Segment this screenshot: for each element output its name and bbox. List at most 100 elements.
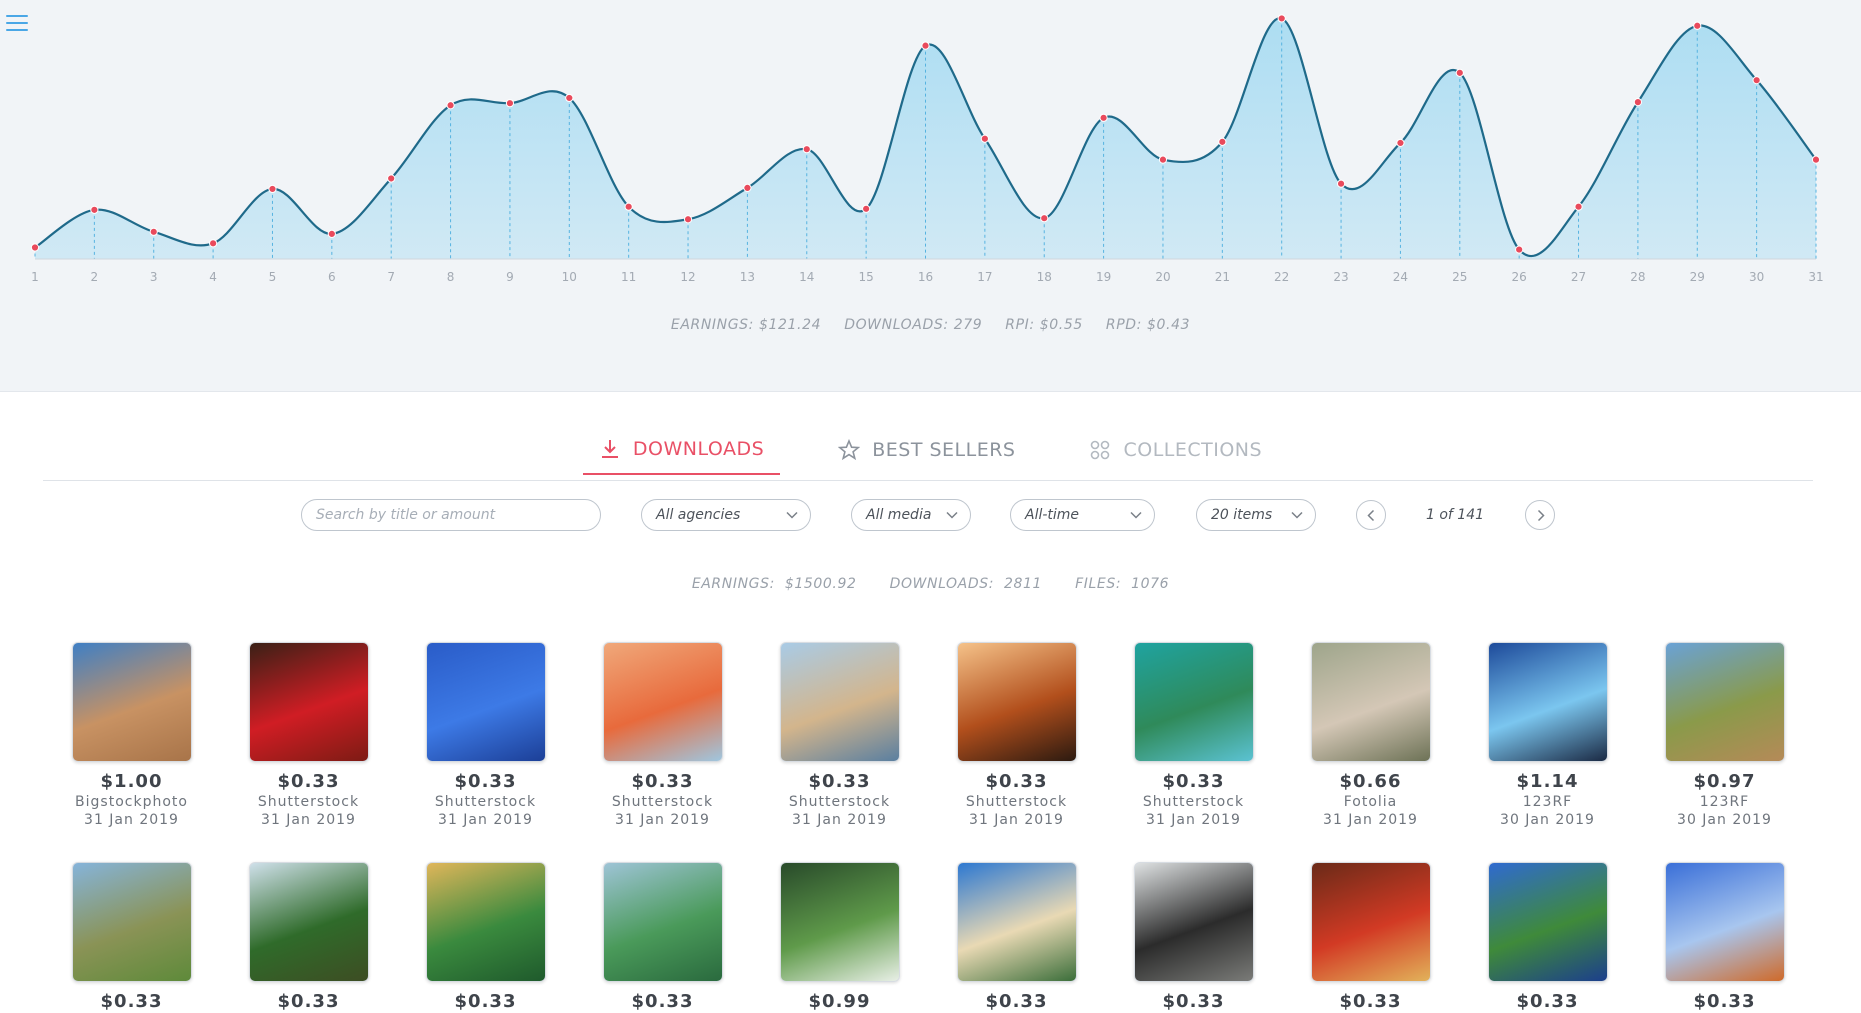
item-price: $0.99 <box>808 991 871 1012</box>
search-input[interactable]: Search by title or amount <box>301 499 601 531</box>
item-price: $0.33 <box>1162 991 1225 1012</box>
item-date: 31 Jan 2019 <box>438 812 533 828</box>
star-icon <box>838 439 861 461</box>
x-tick-label: 26 <box>1512 270 1527 284</box>
item-agency: Bigstockphoto <box>75 794 188 810</box>
x-tick-label: 14 <box>799 270 814 284</box>
tab-collections[interactable]: COLLECTIONS <box>1073 438 1278 475</box>
download-item[interactable]: $0.33 <box>928 862 1105 1012</box>
item-date: 31 Jan 2019 <box>84 812 179 828</box>
download-item[interactable]: $0.33 Shutterstock 31 Jan 2019 <box>220 642 397 828</box>
download-item[interactable]: $0.33 <box>1459 862 1636 1012</box>
period-select[interactable]: All-time <box>1010 499 1155 531</box>
download-item[interactable]: $0.33 Shutterstock 31 Jan 2019 <box>574 642 751 828</box>
download-item[interactable]: $0.33 Shutterstock 31 Jan 2019 <box>751 642 928 828</box>
totals-earnings-value: $1500.92 <box>784 576 857 592</box>
item-price: $0.33 <box>277 771 340 792</box>
item-date: 31 Jan 2019 <box>1323 812 1418 828</box>
chart-point <box>505 99 515 108</box>
x-tick-label: 8 <box>447 270 455 284</box>
item-thumbnail <box>425 642 546 762</box>
period-select-value: All-time <box>1025 507 1080 523</box>
download-item[interactable]: $0.99 <box>751 862 928 1012</box>
chart-point <box>1455 68 1464 77</box>
chart-point <box>862 204 871 213</box>
x-tick-label: 29 <box>1690 270 1705 284</box>
item-price: $1.14 <box>1516 771 1579 792</box>
item-date: 30 Jan 2019 <box>1677 812 1772 828</box>
download-item[interactable]: $0.33 <box>43 862 220 1012</box>
download-item[interactable]: $0.33 <box>397 862 574 1012</box>
item-thumbnail <box>602 642 723 762</box>
x-tick-label: 3 <box>150 270 158 284</box>
download-item[interactable]: $0.33 Shutterstock 31 Jan 2019 <box>1105 642 1282 828</box>
download-item[interactable]: $0.33 <box>574 862 751 1012</box>
download-item[interactable]: $0.33 <box>1105 862 1282 1012</box>
item-agency: Fotolia <box>1343 794 1398 810</box>
chart-point <box>921 41 930 50</box>
item-thumbnail <box>1310 862 1431 982</box>
prev-page-button[interactable] <box>1356 500 1386 530</box>
download-item[interactable]: $0.33 <box>220 862 397 1012</box>
x-tick-label: 27 <box>1571 270 1586 284</box>
chart-point <box>1752 76 1761 85</box>
item-price: $0.33 <box>1693 991 1756 1012</box>
item-thumbnail <box>1133 862 1254 982</box>
item-thumbnail <box>1133 642 1254 762</box>
item-date: 31 Jan 2019 <box>261 812 356 828</box>
totals-files-value: 1076 <box>1131 576 1170 592</box>
item-thumbnail <box>425 862 546 982</box>
chart-point <box>1693 21 1702 30</box>
download-item[interactable]: $1.14 123RF 30 Jan 2019 <box>1459 642 1636 828</box>
tab-best-sellers[interactable]: BEST SELLERS <box>822 438 1031 475</box>
x-tick-label: 10 <box>562 270 577 284</box>
download-item[interactable]: $0.33 Shutterstock 31 Jan 2019 <box>928 642 1105 828</box>
next-page-button[interactable] <box>1525 500 1555 530</box>
item-thumbnail <box>956 642 1077 762</box>
download-item[interactable]: $1.00 Bigstockphoto 31 Jan 2019 <box>43 642 220 828</box>
media-select[interactable]: All media <box>851 499 971 531</box>
item-thumbnail <box>602 862 723 982</box>
download-item[interactable]: $0.66 Fotolia 31 Jan 2019 <box>1282 642 1459 828</box>
item-thumbnail <box>248 862 369 982</box>
chevron-right-icon <box>1537 509 1545 522</box>
item-date: 30 Jan 2019 <box>1500 812 1595 828</box>
x-tick-label: 31 <box>1808 270 1823 284</box>
chart-point <box>446 101 455 110</box>
chevron-down-icon <box>786 511 798 519</box>
agency-select-value: All agencies <box>656 507 741 523</box>
chart-point <box>1811 155 1821 164</box>
item-price: $0.33 <box>631 991 694 1012</box>
x-tick-label: 13 <box>740 270 755 284</box>
totals-downloads-value: 2811 <box>1004 576 1043 592</box>
item-agency: Shutterstock <box>434 794 537 810</box>
chart-point <box>802 145 811 154</box>
item-agency: Shutterstock <box>788 794 891 810</box>
download-item[interactable]: $0.33 Shutterstock 31 Jan 2019 <box>397 642 574 828</box>
item-agency: Shutterstock <box>1142 794 1245 810</box>
page-size-select[interactable]: 20 items <box>1196 499 1316 531</box>
chart-rpi: RPI: $0.55 <box>1005 317 1083 333</box>
item-thumbnail <box>71 642 192 762</box>
item-agency: 123RF <box>1699 794 1750 810</box>
agency-select[interactable]: All agencies <box>641 499 811 531</box>
item-thumbnail <box>779 642 900 762</box>
totals-earnings: EARNINGS: $1500.92 <box>692 576 862 592</box>
item-price: $0.33 <box>985 771 1048 792</box>
x-tick-label: 6 <box>328 270 336 284</box>
download-item[interactable]: $0.33 <box>1282 862 1459 1012</box>
x-tick-label: 19 <box>1096 270 1111 284</box>
chart-point <box>327 229 336 238</box>
item-date: 31 Jan 2019 <box>1146 812 1241 828</box>
item-agency: 123RF <box>1522 794 1573 810</box>
chart-point <box>1515 245 1524 254</box>
download-item[interactable]: $0.97 123RF 30 Jan 2019 <box>1636 642 1813 828</box>
chevron-left-icon <box>1367 509 1375 522</box>
chart-earnings: EARNINGS: $121.24 <box>670 317 822 333</box>
chart-point <box>1158 155 1168 164</box>
chevron-down-icon <box>1130 511 1142 519</box>
earnings-chart-panel: 1 2 3 4 5 6 7 8 9 10 11 12 13 14 15 16 17 18 19 20 21 22 23 24 2… <box>0 0 1861 392</box>
item-price: $1.00 <box>100 771 163 792</box>
download-item[interactable]: $0.33 <box>1636 862 1813 1012</box>
tab-downloads[interactable]: DOWNLOADS <box>582 438 781 475</box>
